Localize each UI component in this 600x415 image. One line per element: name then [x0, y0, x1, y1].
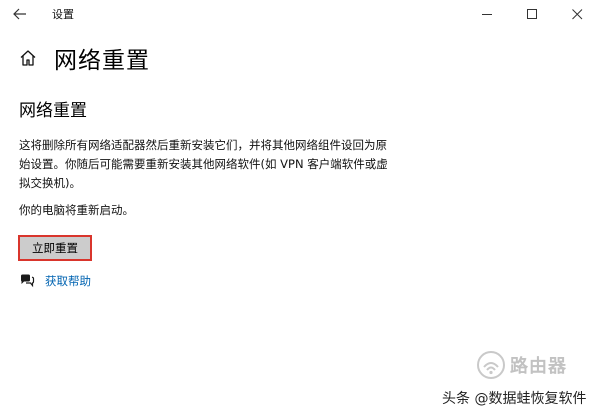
title-bar: 设置	[0, 0, 600, 28]
help-chat-icon	[19, 273, 35, 289]
watermark-logo: 路由器	[476, 350, 567, 380]
router-logo-icon	[477, 351, 505, 379]
close-icon	[572, 8, 583, 19]
get-help-link[interactable]: 获取帮助	[45, 273, 91, 289]
minimize-icon	[482, 13, 492, 15]
watermark-credit: 头条 @数据蛙恢复软件	[442, 391, 587, 407]
minimize-button[interactable]	[465, 0, 510, 28]
reset-description: 这将删除所有网络适配器然后重新安装它们，并将其他网络组件设回为原始设置。你随后可…	[19, 138, 388, 190]
window-controls	[465, 0, 600, 28]
restart-note: 你的电脑将重新启动。	[19, 203, 134, 217]
maximize-icon	[527, 8, 537, 19]
maximize-button[interactable]	[510, 0, 555, 28]
section-title: 网络重置	[19, 101, 87, 121]
watermark-logo-text: 路由器	[510, 356, 567, 377]
reset-now-button[interactable]: 立即重置	[18, 235, 92, 261]
page-title: 网络重置	[54, 48, 150, 74]
app-title: 设置	[52, 8, 74, 21]
home-icon[interactable]	[16, 46, 40, 70]
close-button[interactable]	[555, 0, 600, 28]
back-button[interactable]	[2, 0, 38, 28]
back-arrow-icon	[13, 8, 26, 20]
settings-window: 设置 网络重置 网络重置 这将删除所有网络适配器然后重新安装它们，并将其他网络组…	[0, 0, 600, 415]
get-help-row[interactable]: 获取帮助	[19, 273, 91, 289]
page-header: 网络重置	[16, 40, 150, 76]
